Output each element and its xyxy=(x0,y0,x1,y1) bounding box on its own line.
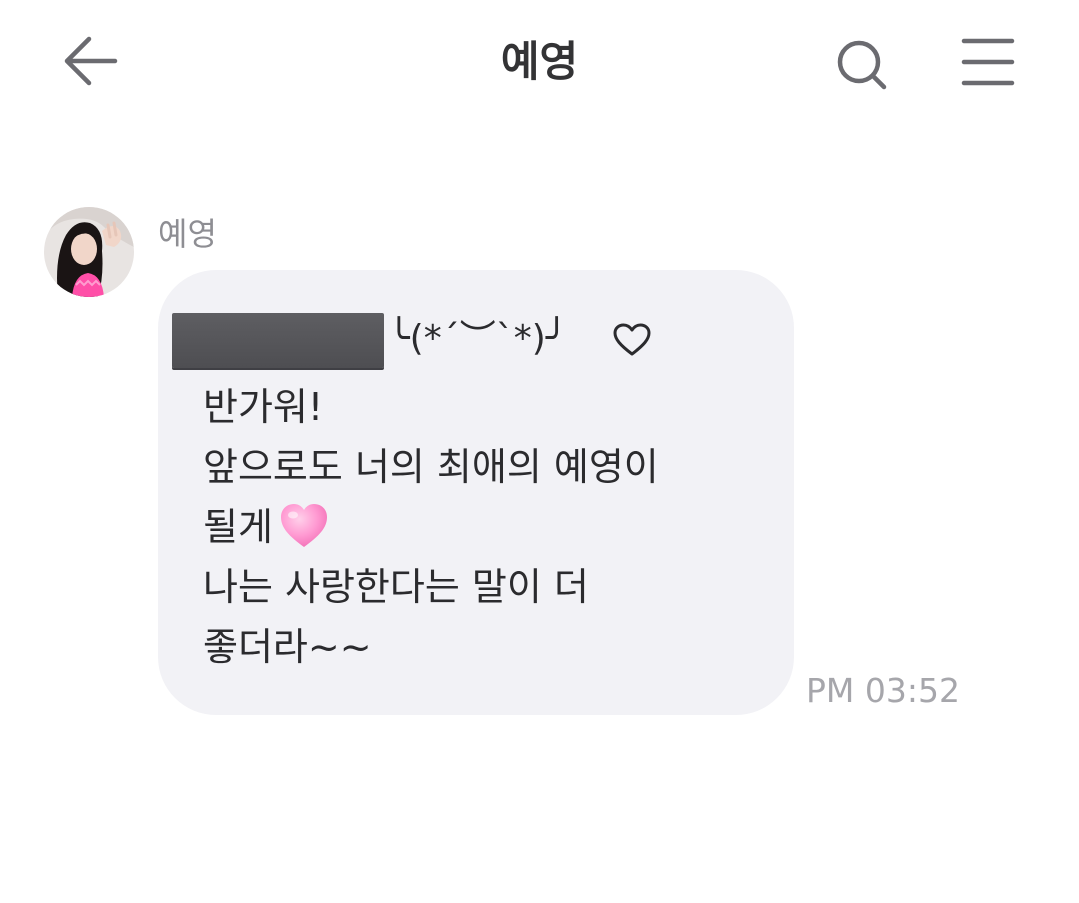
message-timestamp: PM 03:52 xyxy=(806,671,960,710)
message-line: 나는 사랑한다는 말이 더 xyxy=(203,565,589,609)
profile-photo xyxy=(44,207,134,297)
pink-heart-emoji xyxy=(280,503,327,547)
message-line-text: 될게 xyxy=(203,505,273,549)
chat-title: 예영 xyxy=(500,37,579,86)
heart-outline-icon xyxy=(613,323,651,356)
kaomoji-text: ╰(*´︶`*)╯ xyxy=(388,318,568,359)
chat-header: 예영 xyxy=(0,0,1079,125)
redacted-text-block xyxy=(172,313,384,368)
search-button[interactable] xyxy=(829,32,893,96)
menu-button[interactable] xyxy=(955,30,1021,94)
sender-name: 예영 xyxy=(158,215,217,253)
message-bubble[interactable]: ╰(*´︶`*)╯ 반가워! 앞으로도 너의 최애의 예영이 될게 나는 사랑한… xyxy=(158,270,794,715)
sender-avatar[interactable] xyxy=(44,207,134,297)
hamburger-menu-icon xyxy=(961,38,1015,86)
message-line: 앞으로도 너의 최애의 예영이 xyxy=(203,445,659,489)
search-icon xyxy=(837,40,887,90)
message-line: 될게 xyxy=(203,502,329,552)
message-line: 반가워! xyxy=(203,385,324,429)
message-line: 좋더라~~ xyxy=(203,625,372,669)
